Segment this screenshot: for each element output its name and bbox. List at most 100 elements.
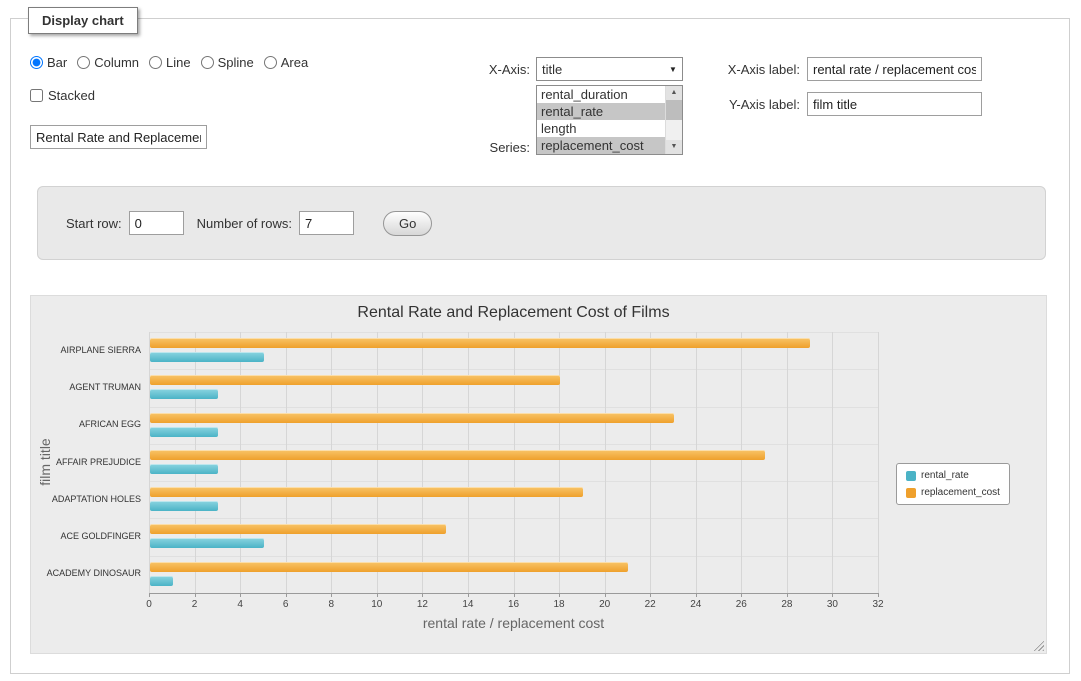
bar-rental_rate[interactable] xyxy=(150,576,173,586)
bar-replacement_cost[interactable] xyxy=(150,450,765,460)
category-label: AIRPLANE SIERRA xyxy=(31,345,141,355)
chart-container: Rental Rate and Replacement Cost of Film… xyxy=(30,295,1047,654)
series-scrollbar[interactable]: ▲ ▼ xyxy=(665,86,682,154)
stacked-checkbox[interactable] xyxy=(30,89,43,102)
bar-replacement_cost[interactable] xyxy=(150,375,560,385)
series-option-replacement_cost[interactable]: replacement_cost xyxy=(537,137,665,154)
num-rows-input[interactable] xyxy=(299,211,354,235)
x-axis-title: rental rate / replacement cost xyxy=(149,615,878,631)
series-option-length[interactable]: length xyxy=(537,120,665,137)
x-tick-label: 4 xyxy=(228,599,252,610)
series-option-rental_duration[interactable]: rental_duration xyxy=(537,86,665,103)
grid-line-x xyxy=(331,332,332,593)
chart-legend: rental_rate replacement_cost xyxy=(896,463,1010,505)
bar-rental_rate[interactable] xyxy=(150,352,264,362)
x-tick-label: 10 xyxy=(365,599,389,610)
grid-line-x xyxy=(741,332,742,593)
chart-type-option-spline[interactable]: Spline xyxy=(201,55,254,70)
grid-line-x xyxy=(787,332,788,593)
bar-rental_rate[interactable] xyxy=(150,538,264,548)
grid-line-x xyxy=(422,332,423,593)
x-tick-label: 14 xyxy=(456,599,480,610)
bar-rental_rate[interactable] xyxy=(150,501,218,511)
grid-line-x xyxy=(878,332,879,593)
x-tick-label: 30 xyxy=(820,599,844,610)
x-tick-label: 12 xyxy=(410,599,434,610)
chart-type-radio-spline[interactable] xyxy=(201,56,214,69)
grid-line-x xyxy=(559,332,560,593)
x-axis-select[interactable]: title ▼ xyxy=(536,57,683,81)
x-tick-label: 18 xyxy=(547,599,571,610)
fieldset-legend-text: Display chart xyxy=(42,13,124,28)
bar-replacement_cost[interactable] xyxy=(150,562,628,572)
stacked-option[interactable]: Stacked xyxy=(30,88,95,103)
grid-line-x xyxy=(286,332,287,593)
grid-line-x xyxy=(468,332,469,593)
stacked-label: Stacked xyxy=(48,88,95,103)
x-tick-label: 8 xyxy=(319,599,343,610)
legend-swatch xyxy=(906,488,916,498)
grid-line-x xyxy=(149,332,150,593)
y-axis-label-input[interactable] xyxy=(807,92,982,116)
chart-type-radio-area[interactable] xyxy=(264,56,277,69)
grid-line-x xyxy=(240,332,241,593)
scrollbar-track xyxy=(666,120,682,140)
app-page: Display chart Bar Column Line Spline Area St… xyxy=(0,0,1081,681)
scroll-up-icon[interactable]: ▲ xyxy=(666,86,682,100)
bar-rental_rate[interactable] xyxy=(150,389,218,399)
x-tick-label: 26 xyxy=(729,599,753,610)
series-multiselect[interactable]: rental_durationrental_ratelengthreplacem… xyxy=(536,85,683,155)
series-option-rental_rate[interactable]: rental_rate xyxy=(537,103,665,120)
grid-line-x xyxy=(650,332,651,593)
grid-line-x xyxy=(605,332,606,593)
bar-replacement_cost[interactable] xyxy=(150,487,583,497)
start-row-input[interactable] xyxy=(129,211,184,235)
x-tick-label: 6 xyxy=(274,599,298,610)
chart-type-radio-line[interactable] xyxy=(149,56,162,69)
x-tick-label: 20 xyxy=(593,599,617,610)
x-tick-label: 2 xyxy=(183,599,207,610)
chart-title-input[interactable] xyxy=(30,125,207,149)
bar-replacement_cost[interactable] xyxy=(150,338,810,348)
resize-handle[interactable] xyxy=(1031,638,1044,651)
bar-rental_rate[interactable] xyxy=(150,464,218,474)
x-axis-line xyxy=(149,593,879,594)
bar-replacement_cost[interactable] xyxy=(150,524,446,534)
chart-type-radio-bar[interactable] xyxy=(30,56,43,69)
chart-type-option-bar[interactable]: Bar xyxy=(30,55,67,70)
x-axis-select-label: X-Axis: xyxy=(440,62,530,77)
x-tick-label: 24 xyxy=(684,599,708,610)
chevron-down-icon: ▼ xyxy=(664,65,682,74)
x-tick-label: 16 xyxy=(502,599,526,610)
x-axis-label-caption: X-Axis label: xyxy=(690,62,800,77)
go-button[interactable]: Go xyxy=(383,211,432,236)
chart-type-radio-column[interactable] xyxy=(77,56,90,69)
x-tick-label: 0 xyxy=(137,599,161,610)
fieldset-legend: Display chart xyxy=(28,7,138,34)
legend-label: replacement_cost xyxy=(921,487,1000,498)
y-axis-label-caption: Y-Axis label: xyxy=(690,97,800,112)
category-label: ADAPTATION HOLES xyxy=(31,494,141,504)
chart-type-option-column[interactable]: Column xyxy=(77,55,139,70)
bar-replacement_cost[interactable] xyxy=(150,413,674,423)
chart-type-label: Area xyxy=(281,55,308,70)
grid-line-x xyxy=(514,332,515,593)
x-axis-label-input[interactable] xyxy=(807,57,982,81)
category-label: ACE GOLDFINGER xyxy=(31,531,141,541)
grid-line-x xyxy=(832,332,833,593)
x-axis-selected-value: title xyxy=(537,62,664,77)
grid-line-x xyxy=(696,332,697,593)
chart-type-option-area[interactable]: Area xyxy=(264,55,308,70)
row-range-panel: Start row: Number of rows: Go xyxy=(37,186,1046,260)
chart-type-option-line[interactable]: Line xyxy=(149,55,191,70)
legend-item-replacement_cost[interactable]: replacement_cost xyxy=(906,487,1000,498)
chart-type-label: Column xyxy=(94,55,139,70)
bar-rental_rate[interactable] xyxy=(150,427,218,437)
legend-item-rental_rate[interactable]: rental_rate xyxy=(906,470,1000,481)
scroll-down-icon[interactable]: ▼ xyxy=(666,140,682,154)
scrollbar-thumb[interactable] xyxy=(666,100,682,120)
x-tick-label: 28 xyxy=(775,599,799,610)
chart-type-label: Spline xyxy=(218,55,254,70)
grid-line-x xyxy=(377,332,378,593)
category-label: AFFAIR PREJUDICE xyxy=(31,457,141,467)
